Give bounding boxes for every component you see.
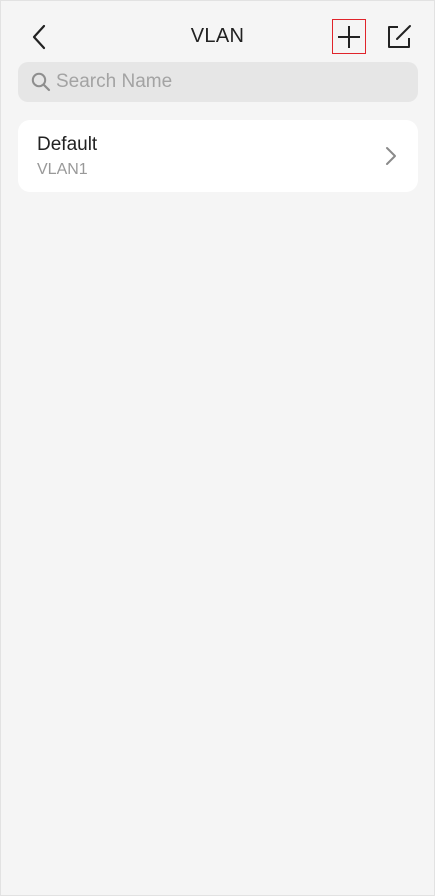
- chevron-right-icon: [386, 147, 396, 165]
- edit-icon: [388, 25, 411, 48]
- add-vlan-button[interactable]: [332, 19, 366, 54]
- vlan-list-item-default[interactable]: Default VLAN1: [18, 120, 418, 192]
- search-bar[interactable]: [18, 62, 418, 102]
- vlan-name: Default: [37, 134, 98, 155]
- search-icon: [30, 71, 52, 93]
- plus-icon: [338, 25, 360, 48]
- header: VLAN: [1, 1, 434, 63]
- page-title: VLAN: [190, 25, 245, 47]
- search-input[interactable]: [56, 71, 386, 93]
- edit-button[interactable]: [383, 21, 415, 53]
- vlan-id-label: VLAN1: [37, 161, 88, 178]
